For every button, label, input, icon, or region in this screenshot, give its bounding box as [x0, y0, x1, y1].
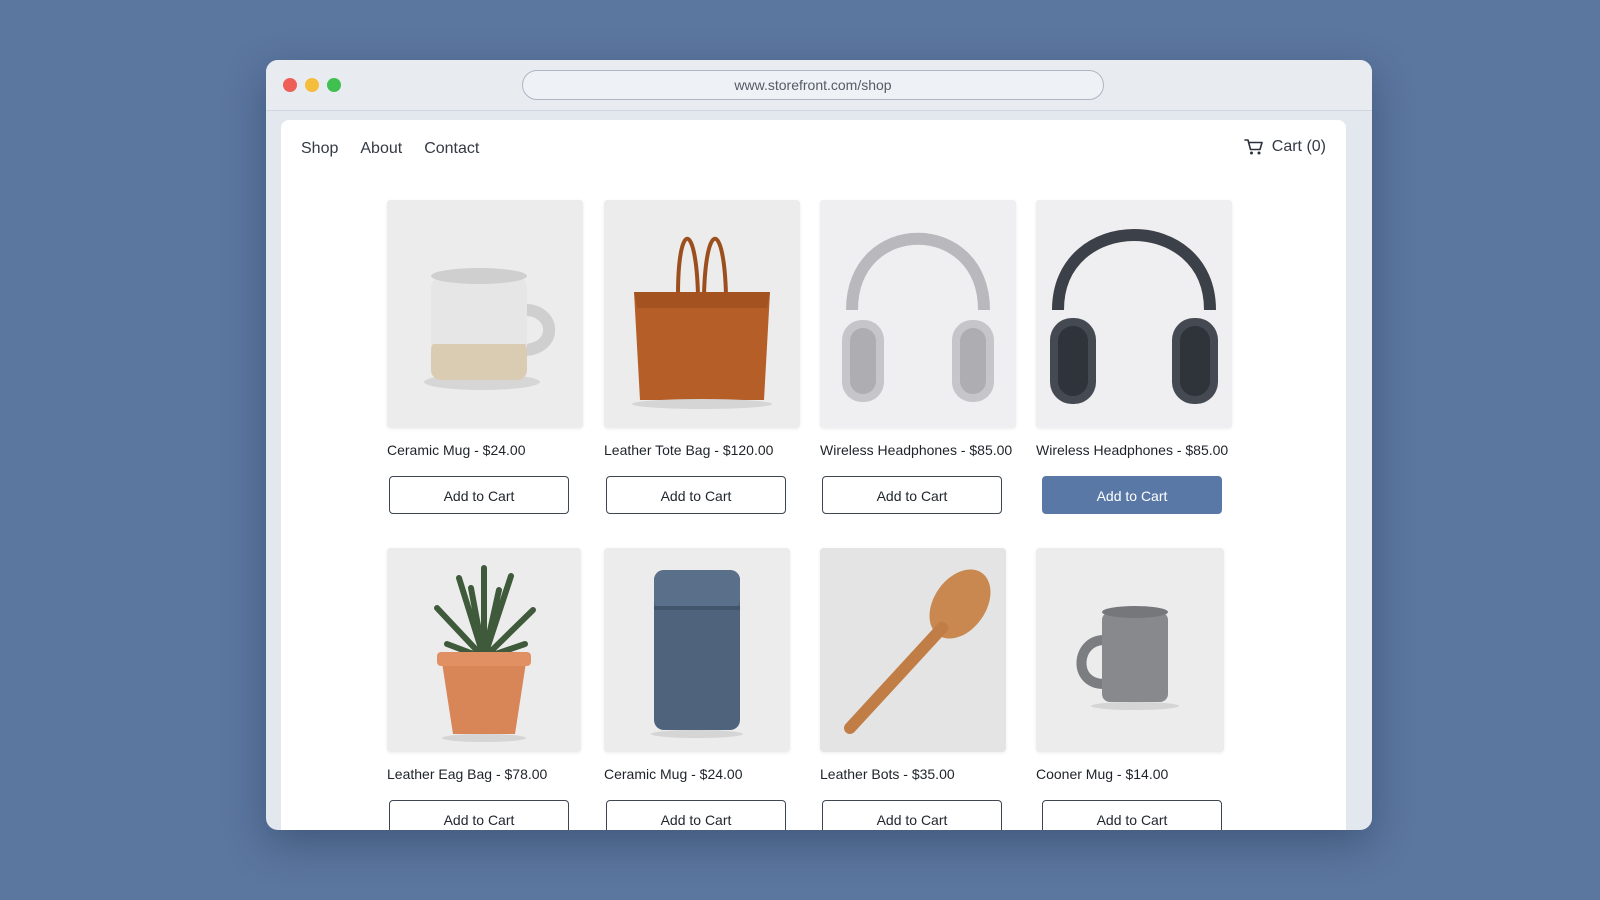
product-caption: Ceramic Mug - $24.00 [387, 442, 526, 458]
add-to-cart-button[interactable]: Add to Cart [1042, 800, 1222, 830]
ceramic-mug-image[interactable] [387, 200, 583, 428]
add-to-cart-button[interactable]: Add to Cart [389, 800, 569, 830]
cart-link[interactable]: Cart (0) [1243, 138, 1326, 156]
product-caption: Wireless Headphones - $85.00 [820, 442, 1013, 458]
main-nav: Shop About Contact [301, 140, 479, 158]
wooden-spoon-image[interactable] [820, 548, 1006, 752]
add-to-cart-button[interactable]: Add to Cart [1042, 476, 1222, 514]
nav-shop-link[interactable]: Shop [301, 140, 338, 158]
product-card: Ceramic Mug - $24.00 [387, 200, 583, 458]
leather-tote-bag-image[interactable] [604, 200, 800, 428]
address-bar[interactable]: www.storefront.com/shop [522, 70, 1104, 100]
product-caption: Leather Bots - $35.00 [820, 766, 955, 782]
add-to-cart-button[interactable]: Add to Cart [822, 476, 1002, 514]
product-caption: Leather Tote Bag - $120.00 [604, 442, 774, 458]
product-caption: Leather Eag Bag - $78.00 [387, 766, 548, 782]
add-to-cart-button[interactable]: Add to Cart [822, 800, 1002, 830]
nav-about-link[interactable]: About [360, 140, 402, 158]
add-to-cart-button[interactable]: Add to Cart [606, 476, 786, 514]
minimize-window-button[interactable] [305, 78, 319, 92]
product-card: Ceramic Mug - $24.00 [604, 548, 790, 782]
product-card: Wireless Headphones - $85.00 [820, 200, 1016, 458]
add-to-cart-button[interactable]: Add to Cart [389, 476, 569, 514]
product-card: Cooner Mug - $14.00 [1036, 548, 1224, 782]
add-to-cart-button[interactable]: Add to Cart [606, 800, 786, 830]
product-caption: Cooner Mug - $14.00 [1036, 766, 1169, 782]
dark-headphones-image[interactable] [1036, 200, 1232, 428]
blue-canister-image[interactable] [604, 548, 790, 752]
product-card: Leather Tote Bag - $120.00 [604, 200, 800, 458]
silver-headphones-image[interactable] [820, 200, 1016, 428]
close-window-button[interactable] [283, 78, 297, 92]
cart-label: Cart (0) [1271, 138, 1326, 155]
browser-window: www.storefront.com/shop Shop About Conta… [266, 60, 1372, 830]
product-caption: Wireless Headphones - $85.00 [1036, 442, 1229, 458]
gray-mug-image[interactable] [1036, 548, 1224, 752]
product-card: Leather Bots - $35.00 [820, 548, 1006, 782]
shop-page: Shop About Contact Cart (0) Ceramic Mug … [281, 120, 1346, 830]
product-caption: Ceramic Mug - $24.00 [604, 766, 743, 782]
browser-titlebar: www.storefront.com/shop [266, 60, 1372, 111]
potted-plant-image[interactable] [387, 548, 581, 752]
maximize-window-button[interactable] [327, 78, 341, 92]
shopping-cart-icon [1243, 139, 1263, 155]
product-card: Leather Eag Bag - $78.00 [387, 548, 581, 782]
nav-contact-link[interactable]: Contact [424, 140, 479, 158]
product-card: Wireless Headphones - $85.00 [1036, 200, 1232, 458]
